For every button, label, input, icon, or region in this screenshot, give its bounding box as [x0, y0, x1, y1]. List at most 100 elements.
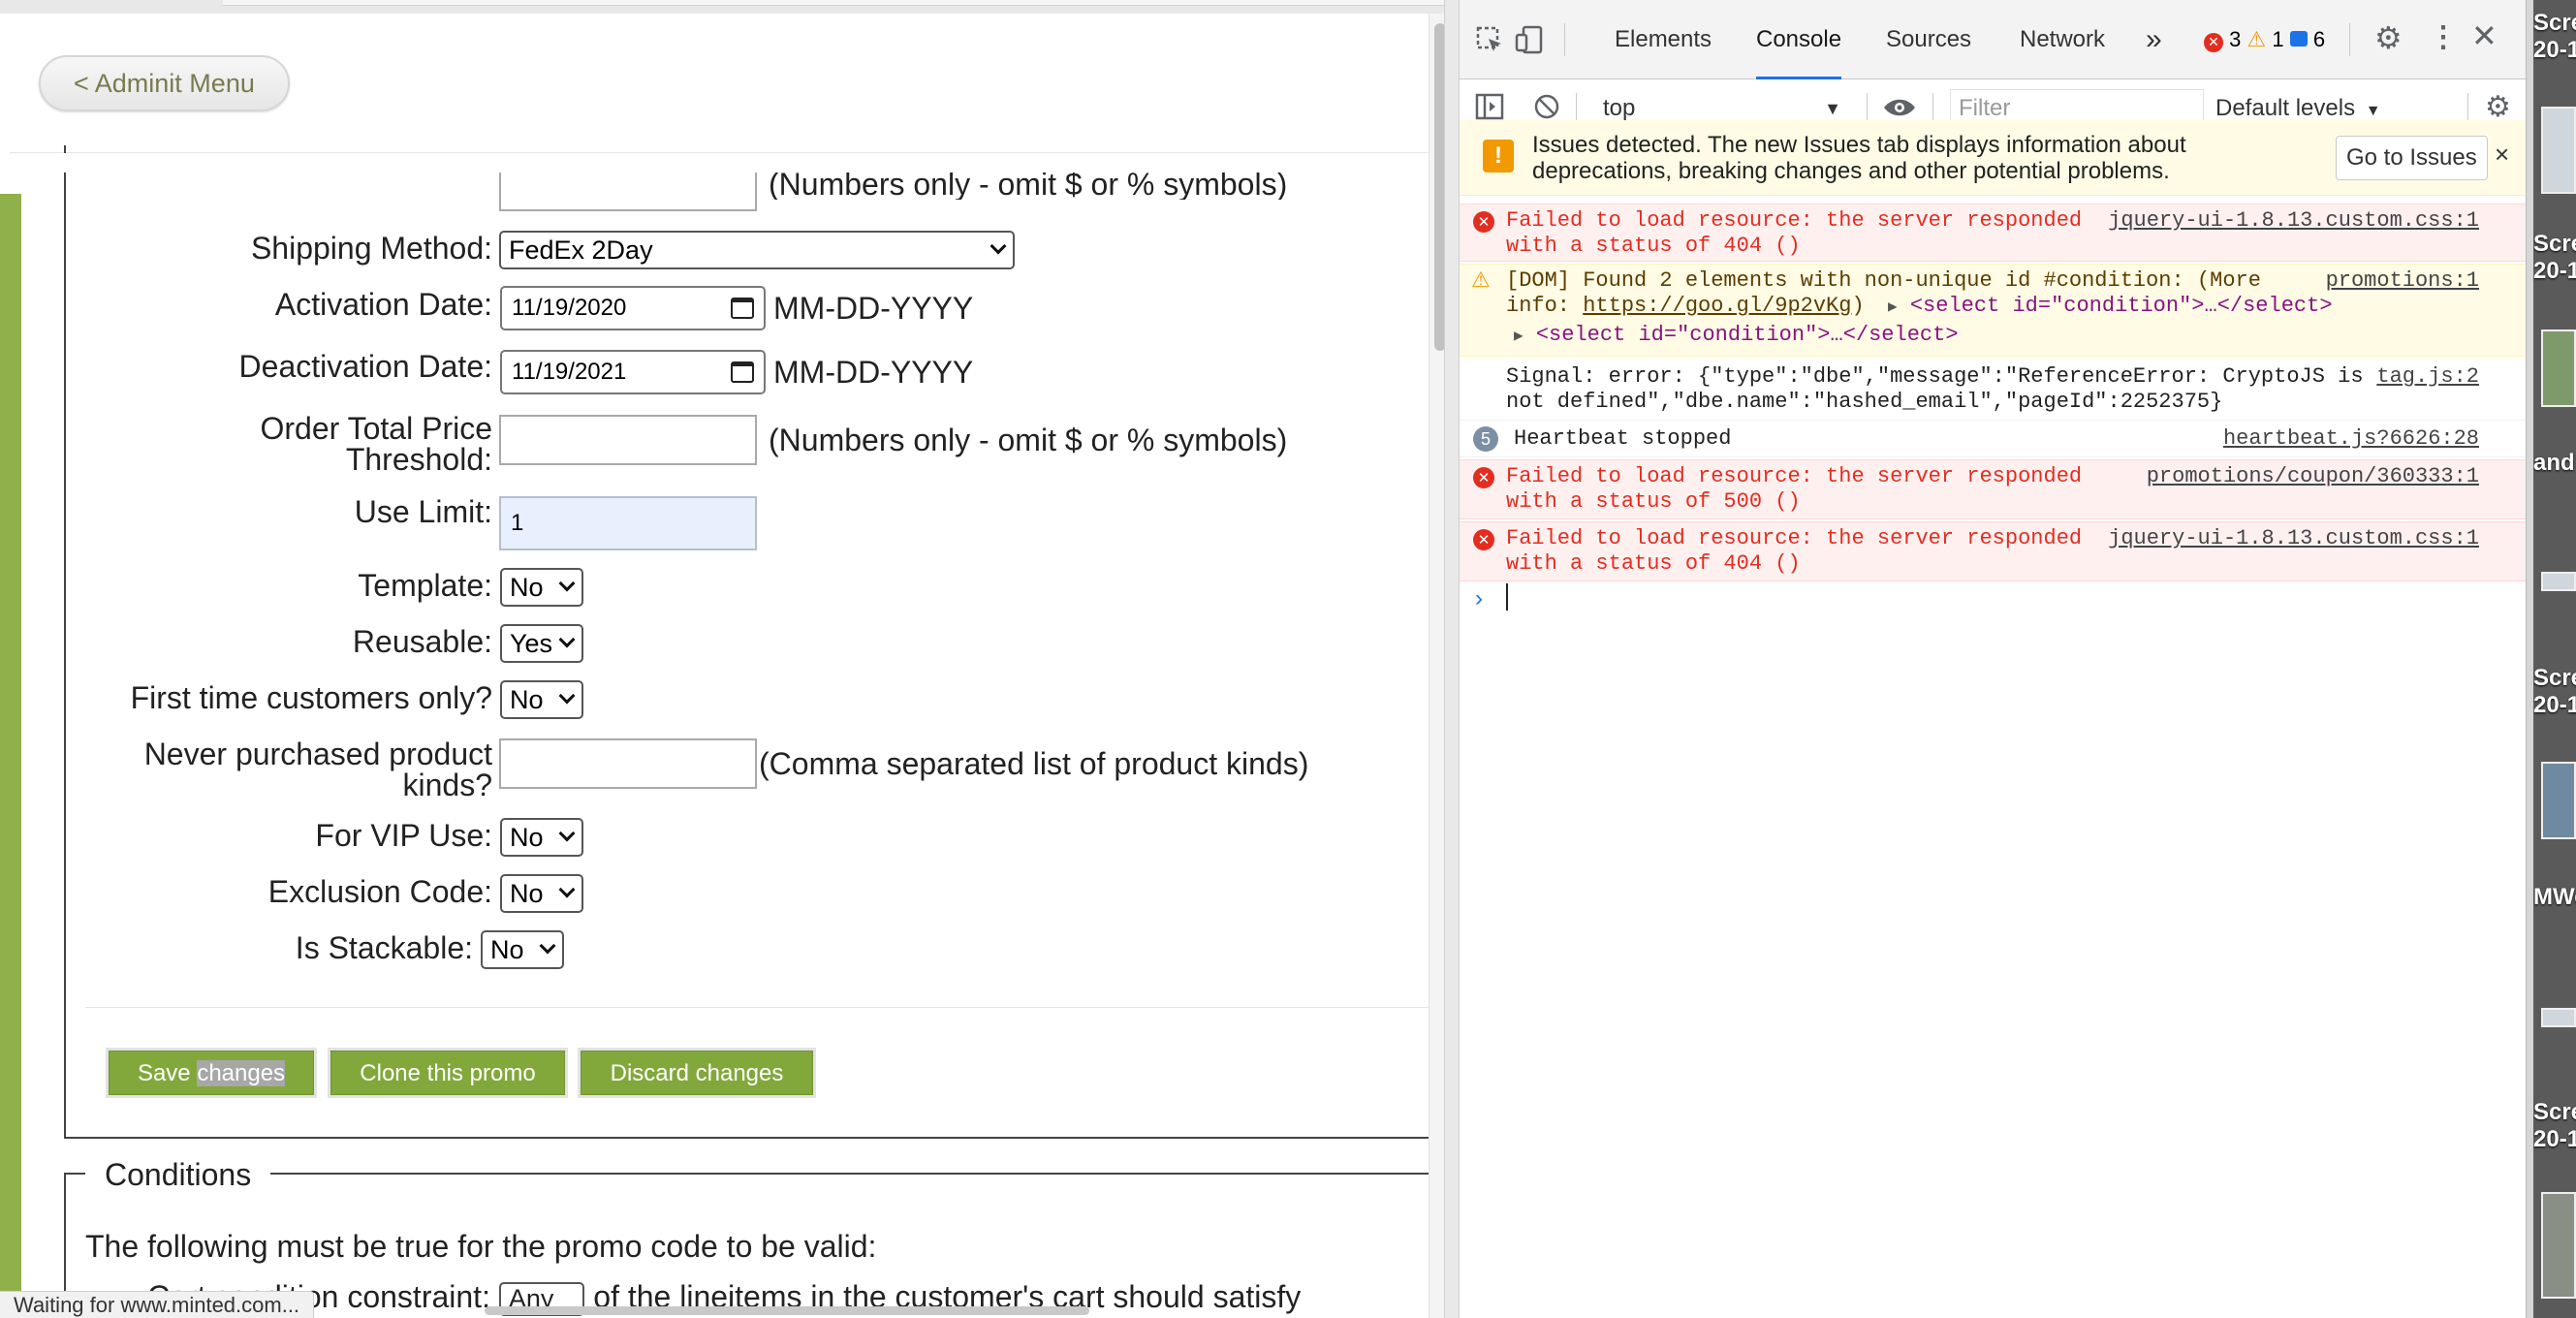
console-message-error: ✕ Failed to load resource: the server re… [1460, 204, 2533, 262]
chevron-down-icon [990, 237, 1007, 255]
message-source-link[interactable]: jquery-ui-1.8.13.custom.css:1 [2108, 526, 2479, 551]
activation-date-label: Activation Date: [274, 287, 492, 322]
chevron-down-icon [539, 937, 556, 955]
message-source-link[interactable]: promotions/coupon/360333:1 [2147, 464, 2479, 489]
element-markup-2: <select id="condition">…</select> [1535, 323, 1959, 347]
horizontal-scrollbar[interactable] [485, 1306, 1089, 1315]
message-source-link[interactable]: tag.js:2 [2376, 364, 2479, 390]
message-line-1: Failed to load resource: the server resp… [1506, 208, 2083, 233]
template-select[interactable]: No [500, 568, 583, 607]
desktop-file-thumbnail[interactable] [2541, 330, 2576, 407]
never-purchased-label-line2: kinds? [402, 768, 493, 802]
desktop-file-thumbnail[interactable] [2541, 1192, 2576, 1299]
warning-count: 1 [2272, 27, 2284, 51]
console-message-log: 5 Heartbeat stopped heartbeat.js?6626:28 [1460, 421, 2533, 457]
exclusion-code-label: Exclusion Code: [267, 874, 492, 909]
kebab-menu-icon[interactable]: ⋮ [2429, 23, 2458, 52]
activation-date-format: MM-DD-YYYY [773, 291, 974, 326]
reusable-label: Reusable: [352, 624, 492, 659]
settings-gear-icon[interactable]: ⚙ [2374, 22, 2403, 53]
console-settings-gear-icon[interactable]: ⚙ [2485, 93, 2511, 122]
deactivation-date-value: 11/19/2021 [512, 359, 627, 385]
use-limit-input[interactable]: 1 [499, 496, 757, 550]
discard-changes-button[interactable]: Discard changes [578, 1048, 816, 1098]
close-icon[interactable]: × [2495, 140, 2509, 170]
stackable-label: Is Stackable: [295, 930, 473, 965]
activation-date-input[interactable]: 11/19/2020 [500, 286, 766, 330]
chevron-down-icon [558, 575, 576, 592]
go-to-issues-button[interactable]: Go to Issues [2336, 136, 2488, 180]
browser-top-strip [0, 0, 1444, 14]
first-time-label: First time customers only? [130, 680, 492, 715]
tab-console[interactable]: Console [1756, 0, 1842, 79]
chevron-down-icon [558, 687, 576, 705]
tab-network[interactable]: Network [2020, 0, 2105, 79]
toolbar-separator [1564, 23, 1565, 56]
message-line-2: with a status of 500 () [1506, 489, 1801, 514]
clear-console-icon[interactable] [1533, 93, 1560, 120]
reusable-select[interactable]: Yes [500, 624, 583, 663]
message-line-2-prefix: info: [1506, 294, 1584, 318]
order-total-input[interactable] [499, 415, 757, 465]
never-purchased-label: Never purchased product kinds? [58, 738, 492, 800]
message-source-link[interactable]: jquery-ui-1.8.13.custom.css:1 [2108, 208, 2479, 234]
calendar-icon[interactable] [731, 361, 754, 383]
order-total-label-line2: Threshold: [345, 442, 492, 477]
issues-text: Issues detected. The new Issues tab disp… [1532, 132, 2186, 184]
desktop-file-thumbnail[interactable] [2541, 1008, 2576, 1027]
partial-top-note: (Numbers only - omit $ or % symbols) [769, 169, 1287, 200]
dom-element-ref-1[interactable]: ▶ <select id="condition">…</select> [1888, 294, 2333, 320]
adminit-menu-button[interactable]: < Adminit Menu [39, 55, 290, 111]
more-tabs-button[interactable]: » [2146, 0, 2162, 79]
live-expression-eye-icon[interactable] [1882, 95, 1917, 120]
error-icon: ✕ [1473, 211, 1494, 233]
console-message-error: ✕ Failed to load resource: the server re… [1460, 521, 2533, 581]
desktop-file-thumbnail[interactable] [2541, 107, 2576, 194]
inspect-element-icon[interactable] [1475, 25, 1504, 54]
message-source-link[interactable]: promotions:1 [2326, 268, 2479, 294]
message-source-link[interactable]: heartbeat.js?6626:28 [2223, 426, 2479, 452]
exclusion-code-select[interactable]: No [500, 874, 583, 913]
first-time-select[interactable]: No [500, 680, 583, 719]
desktop-file-label[interactable]: MWe [2533, 884, 2576, 911]
issue-counters[interactable]: ✕ 3 ⚠ 1 6 [2204, 25, 2325, 54]
console-prompt-chevron-icon: › [1475, 585, 1483, 612]
vip-select[interactable]: No [500, 818, 583, 857]
tab-sources[interactable]: Sources [1886, 0, 1971, 79]
deactivation-date-input[interactable]: 11/19/2021 [500, 350, 766, 394]
calendar-icon[interactable] [731, 298, 754, 319]
vip-label: For VIP Use: [315, 818, 492, 853]
top-clip-mask [0, 153, 1429, 173]
tab-elements[interactable]: Elements [1615, 0, 1712, 79]
use-limit-label: Use Limit: [354, 494, 492, 529]
chevron-down-icon [558, 825, 576, 842]
close-devtools-icon[interactable]: ✕ [2471, 20, 2497, 51]
template-label: Template: [358, 568, 492, 603]
save-changes-button[interactable]: Save changes [106, 1048, 317, 1098]
stackable-select[interactable]: No [481, 930, 564, 969]
dom-element-ref-2[interactable]: ▶ <select id="condition">…</select> [1514, 323, 1959, 349]
status-bubble: Waiting for www.minted.com... [0, 1291, 315, 1318]
more-info-link[interactable]: https://goo.gl/9p2vKg [1583, 294, 1851, 318]
shipping-method-select[interactable]: FedEx 2Day [499, 231, 1015, 269]
console-input-caret[interactable] [1506, 583, 1508, 611]
desktop-file-label[interactable]: Scre 20-1 [2533, 1099, 2576, 1153]
desktop-file-label[interactable]: and [2533, 450, 2575, 477]
message-icon [2289, 31, 2308, 47]
devtools-splitter[interactable] [1444, 0, 1460, 1318]
desktop-file-label[interactable]: Scre 20-1 [2533, 665, 2576, 719]
context-value: top [1603, 95, 1636, 121]
desktop-file-label[interactable]: Scre 20-1 [2533, 10, 2576, 64]
sidebar-toggle-icon[interactable] [1475, 93, 1504, 120]
message-line-1: [DOM] Found 2 elements with non-unique i… [1506, 268, 2261, 293]
never-purchased-input[interactable] [499, 738, 757, 789]
template-value: No [510, 573, 544, 602]
device-toolbar-icon[interactable] [1514, 25, 1547, 54]
desktop-file-thumbnail[interactable] [2541, 762, 2576, 839]
never-purchased-label-line1: Never purchased product [143, 737, 492, 771]
desktop-file-label[interactable]: Scre 20-1 [2533, 231, 2576, 285]
message-line-1: Heartbeat stopped [1514, 426, 1732, 451]
clone-promo-button[interactable]: Clone this promo [328, 1048, 568, 1098]
order-total-note: (Numbers only - omit $ or % symbols) [769, 423, 1288, 457]
desktop-file-thumbnail[interactable] [2541, 572, 2576, 591]
